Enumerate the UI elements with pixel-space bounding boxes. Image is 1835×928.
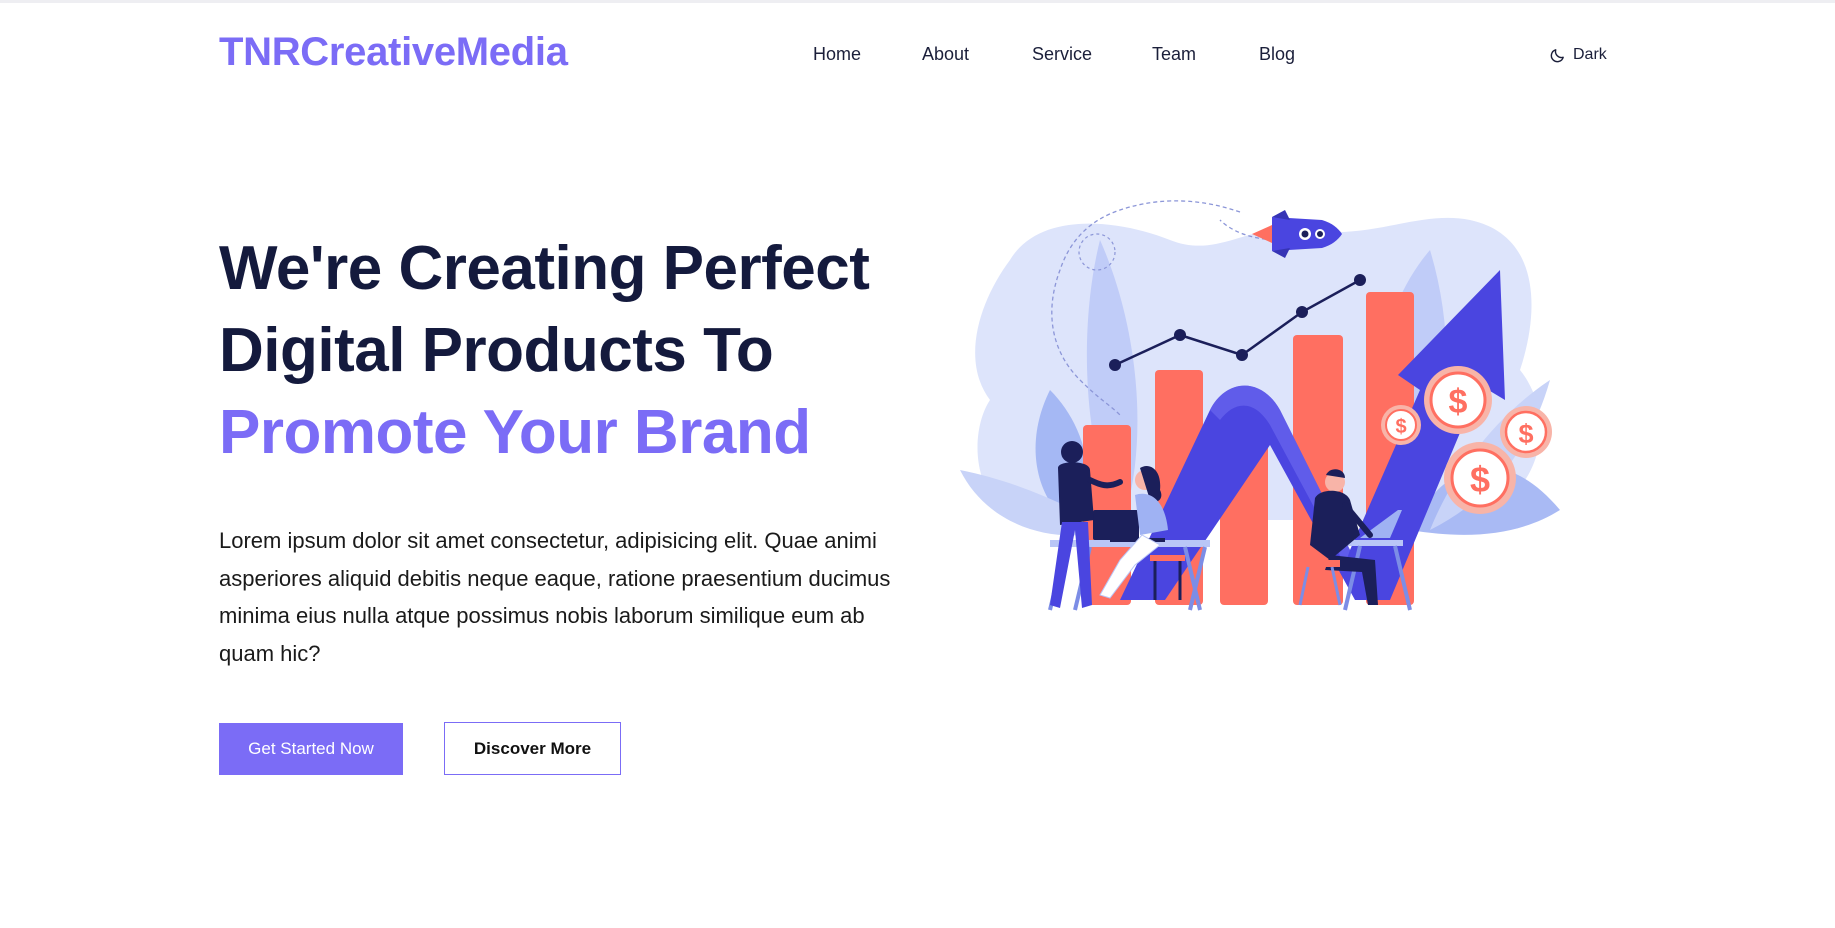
theme-toggle-button[interactable]: Dark: [1549, 44, 1607, 66]
coin-large-symbol: $: [1449, 383, 1468, 421]
hero-heading-accent: Promote Your Brand: [219, 398, 811, 467]
trend-point-5: [1354, 274, 1366, 286]
hero-illustration: $ $ $ $: [960, 200, 1560, 611]
moon-icon: [1550, 48, 1564, 62]
hero-description: Lorem ipsum dolor sit amet consectetur, …: [219, 528, 891, 666]
theme-toggle-label: Dark: [1573, 46, 1607, 63]
coin-right-symbol: $: [1518, 419, 1533, 449]
site-logo[interactable]: TNRCreativeMedia: [219, 30, 568, 75]
coin-large: $: [1424, 366, 1492, 434]
trend-point-3: [1236, 349, 1248, 361]
hero-heading: We're Creating Perfect Digital Products …: [219, 228, 939, 474]
coin-bottom-symbol: $: [1470, 459, 1490, 500]
trend-point-1: [1109, 359, 1121, 371]
hero-heading-line-1: We're Creating Perfect: [219, 234, 870, 303]
nav-service[interactable]: Service: [1032, 44, 1092, 65]
coin-bottom: $: [1444, 442, 1516, 514]
coin-small-symbol: $: [1395, 416, 1406, 438]
nav-about[interactable]: About: [922, 44, 969, 65]
hero-heading-line-2: Digital Products To: [219, 316, 774, 385]
nav-home[interactable]: Home: [813, 44, 861, 65]
nav-blog[interactable]: Blog: [1259, 44, 1295, 65]
coin-right: $: [1500, 406, 1552, 458]
trend-point-4: [1296, 306, 1308, 318]
trend-point-2: [1174, 329, 1186, 341]
discover-more-button[interactable]: Discover More: [444, 722, 621, 775]
get-started-button[interactable]: Get Started Now: [219, 723, 403, 775]
site-header: TNRCreativeMedia Home About Service Team…: [0, 0, 1835, 108]
coin-small: $: [1381, 405, 1421, 445]
nav-team[interactable]: Team: [1152, 44, 1196, 65]
